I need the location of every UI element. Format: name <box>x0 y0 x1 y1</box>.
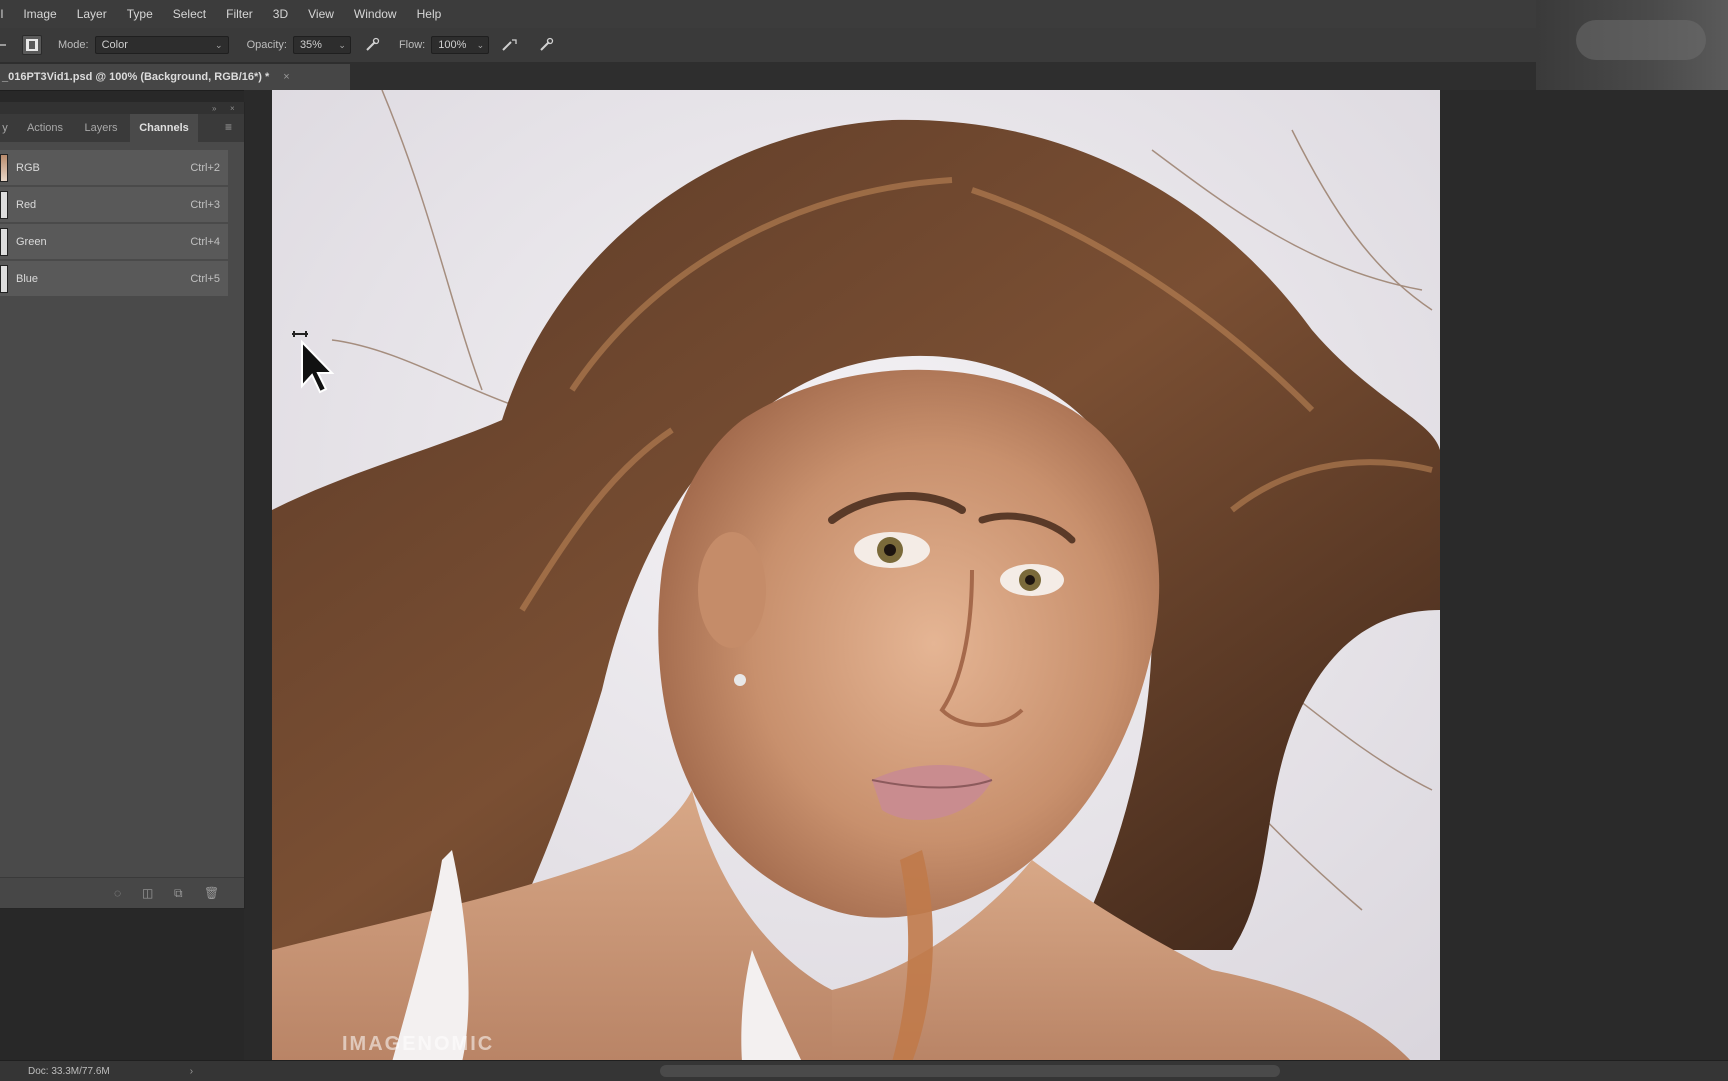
close-icon[interactable]: × <box>283 71 289 83</box>
channel-name: Red <box>16 198 37 211</box>
document-tab-title: _016PT3Vid1.psd @ 100% (Background, RGB/… <box>2 71 270 83</box>
channel-shortcut: Ctrl+2 <box>190 161 220 174</box>
menu-window[interactable]: Window <box>354 7 397 21</box>
status-bar: Doc: 33.3M/77.6M › <box>0 1060 1728 1081</box>
mode-value: Color <box>101 39 128 51</box>
channel-thumbnail <box>0 227 8 256</box>
mode-label: Mode: <box>58 39 89 51</box>
chevron-down-icon: ⌄ <box>215 39 223 50</box>
brush-preset-icon[interactable] <box>22 35 42 55</box>
channel-shortcut: Ctrl+5 <box>190 272 220 285</box>
trash-icon[interactable]: 🗑 <box>204 886 219 900</box>
menu-file[interactable]: ll <box>0 7 3 21</box>
portrait-image <box>272 90 1440 1062</box>
channels-panel: » × y Actions Layers Channels ≡ RGB Ctrl… <box>0 102 245 909</box>
opacity-value: 35% <box>299 39 322 51</box>
pressure-size-icon[interactable] <box>535 34 557 56</box>
panel-tab-bar: y Actions Layers Channels ≡ <box>0 114 244 142</box>
options-bar: Mode: Color ⌄ Opacity: 35% ⌄ Flow: 100% … <box>0 28 1536 63</box>
channel-shortcut: Ctrl+4 <box>190 235 220 248</box>
panel-menu-icon[interactable]: ≡ <box>225 120 232 134</box>
opacity-field[interactable]: 35% ⌄ <box>292 36 351 54</box>
opacity-label: Opacity: <box>246 39 287 51</box>
channel-name: Green <box>16 235 47 248</box>
tab-layers[interactable]: Layers <box>76 114 126 142</box>
channel-list: RGB Ctrl+2 Red Ctrl+3 Green Ctrl+4 Blue … <box>0 150 228 298</box>
horizontal-scrollbar[interactable] <box>660 1065 1280 1077</box>
tab-actions[interactable]: Actions <box>16 114 74 142</box>
close-icon[interactable]: × <box>230 104 235 113</box>
menu-type[interactable]: Type <box>127 7 153 21</box>
collapse-icon[interactable]: » <box>212 104 216 113</box>
workspace-switcher-area <box>1536 0 1728 92</box>
menu-layer[interactable]: Layer <box>77 7 107 21</box>
channel-thumbnail <box>0 153 8 182</box>
menu-select[interactable]: Select <box>173 7 206 21</box>
load-selection-icon[interactable]: ◌ <box>114 886 121 900</box>
channel-shortcut: Ctrl+3 <box>190 198 220 211</box>
tool-preset-dropdown-icon[interactable] <box>0 44 6 46</box>
panel-footer: ◌ ◫ ⧉ 🗑 <box>0 877 244 908</box>
tab-history[interactable]: y <box>0 114 10 142</box>
flow-label: Flow: <box>398 39 426 51</box>
channel-name: RGB <box>16 161 40 174</box>
document-canvas-image[interactable]: IMAGENOMIC <box>272 90 1440 1062</box>
flow-value: 100% <box>438 39 467 51</box>
flow-field[interactable]: 100% ⌄ <box>431 36 490 54</box>
chevron-down-icon: ⌄ <box>338 39 346 50</box>
channel-row-rgb[interactable]: RGB Ctrl+2 <box>0 150 228 185</box>
mode-select[interactable]: Color ⌄ <box>94 36 229 54</box>
airbrush-icon[interactable] <box>499 34 521 56</box>
status-menu-arrow-icon[interactable]: › <box>190 1066 193 1077</box>
channel-thumbnail <box>0 264 8 293</box>
new-channel-icon[interactable]: ⧉ <box>174 886 183 901</box>
menu-view[interactable]: View <box>308 7 334 21</box>
imagenomic-watermark-logo: IMAGENOMIC <box>342 1033 495 1055</box>
menu-3d[interactable]: 3D <box>273 7 288 21</box>
tab-channels[interactable]: Channels <box>130 114 198 142</box>
panel-header-strip: » × <box>0 102 244 114</box>
channel-row-green[interactable]: Green Ctrl+4 <box>0 224 228 259</box>
pressure-opacity-icon[interactable] <box>361 34 383 56</box>
channel-name: Blue <box>16 272 39 285</box>
mouse-cursor-icon <box>292 328 342 403</box>
document-size-status[interactable]: Doc: 33.3M/77.6M <box>28 1066 110 1077</box>
menu-filter[interactable]: Filter <box>226 7 253 21</box>
chevron-down-icon: ⌄ <box>476 39 485 50</box>
document-tab[interactable]: _016PT3Vid1.psd @ 100% (Background, RGB/… <box>0 64 350 90</box>
menu-image[interactable]: Image <box>23 7 56 21</box>
channel-thumbnail <box>0 190 8 219</box>
save-selection-icon[interactable]: ◫ <box>142 886 153 900</box>
menu-help[interactable]: Help <box>417 7 442 21</box>
channel-row-blue[interactable]: Blue Ctrl+5 <box>0 261 228 296</box>
menu-bar: ll Image Layer Type Select Filter 3D Vie… <box>0 0 1728 29</box>
document-tab-bar: _016PT3Vid1.psd @ 100% (Background, RGB/… <box>0 62 1536 91</box>
channel-row-red[interactable]: Red Ctrl+3 <box>0 187 228 222</box>
